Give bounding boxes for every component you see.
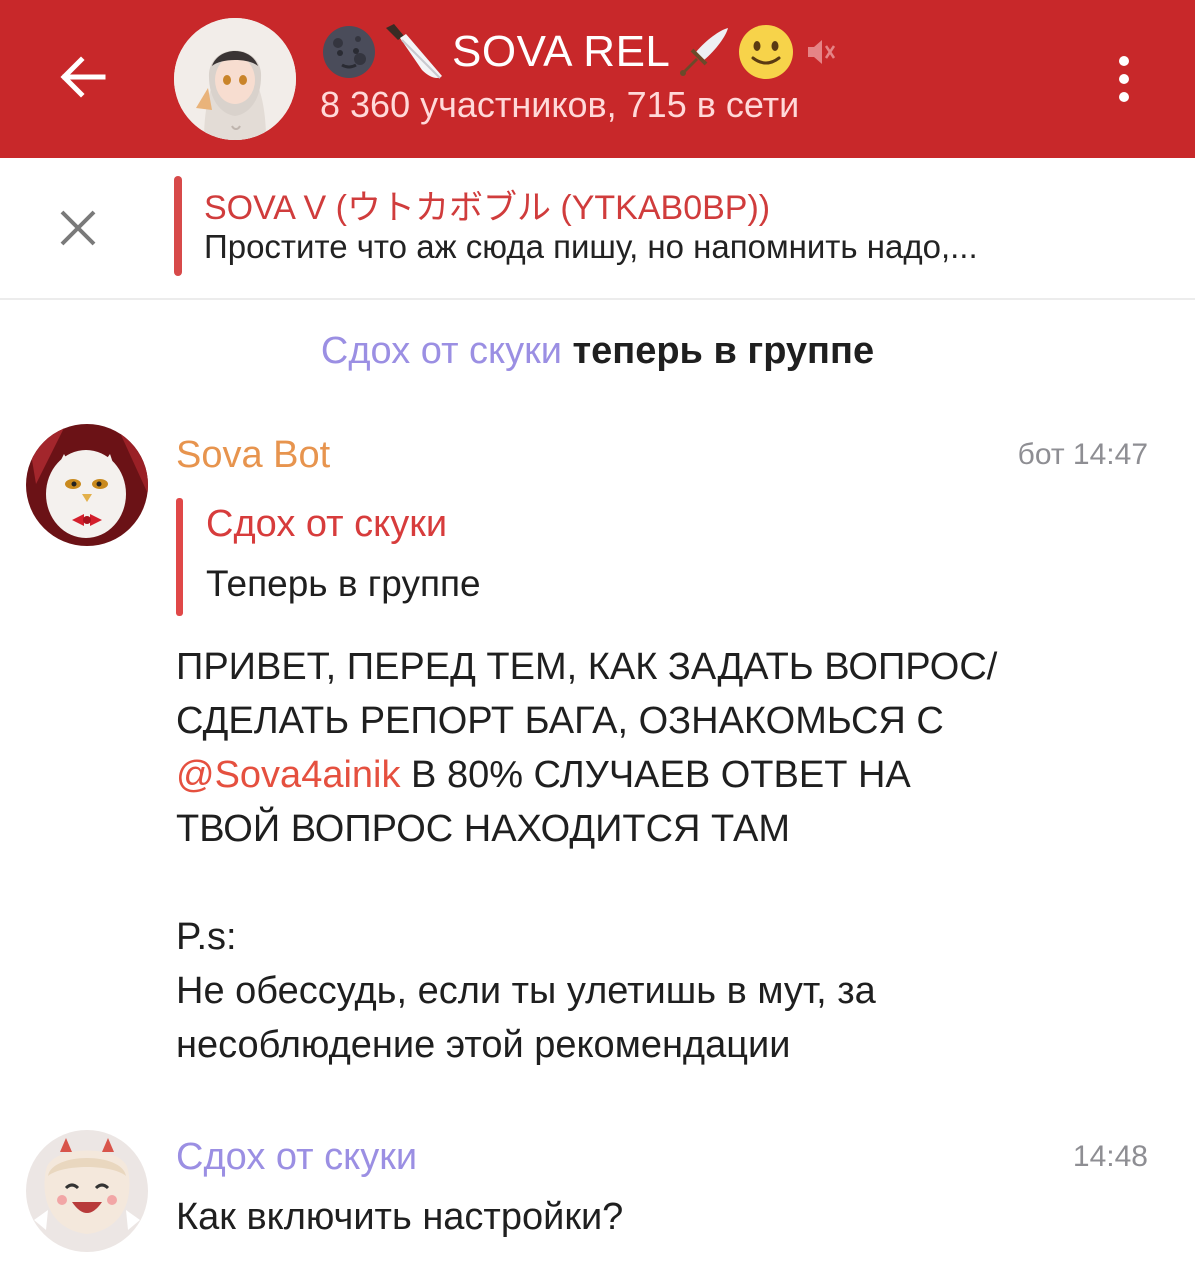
menu-dot <box>1119 92 1129 102</box>
dagger-emoji <box>676 24 732 80</box>
service-message-action: теперь в группе <box>573 330 875 372</box>
reply-text[interactable]: Теперь в группе <box>206 563 481 605</box>
message-text: Как включить настройки? <box>176 1196 624 1238</box>
reply-sender[interactable]: Сдох от скуки <box>206 503 447 546</box>
message-line: ТВОЙ ВОПРОС НАХОДИТСЯ ТАМ <box>176 808 790 850</box>
message-line-rest: В 80% СЛУЧАЕВ ОТВЕТ НА <box>400 754 911 796</box>
message-line: СДЕЛАТЬ РЕПОРТ БАГА, ОЗНАКОМЬСЯ С <box>176 700 944 742</box>
message-sender[interactable]: Sova Bot <box>176 434 330 477</box>
close-icon <box>60 210 96 246</box>
message-line: несоблюдение этой рекомендации <box>176 1024 791 1066</box>
knife-emoji <box>382 20 446 84</box>
chat-header: SOVA REL 8 360 участников, 715 в сети <box>0 0 1195 158</box>
menu-dot <box>1119 74 1129 84</box>
close-pinned-button[interactable] <box>52 200 108 256</box>
pinned-text: Простите что аж сюда пишу, но напомнить … <box>204 228 978 265</box>
chat-title-text: SOVA REL <box>452 27 671 76</box>
service-message: Сдох от скуки теперь в группе <box>0 330 1195 373</box>
pinned-accent-line <box>174 176 182 276</box>
message-line: Не обессудь, если ты улетишь в мут, за <box>176 970 876 1012</box>
slightly-smiling-face-emoji <box>736 22 796 82</box>
message-time: 14:48 <box>1072 1140 1148 1173</box>
service-message-user[interactable]: Сдох от скуки <box>321 330 562 372</box>
message-text: ПРИВЕТ, ПЕРЕД ТЕМ, КАК ЗАДАТЬ ВОПРОС/ СД… <box>176 640 1136 1072</box>
pinned-message-bar[interactable]: SOVA V (ウトカボブル (YTKAB0BP)) Простите что … <box>0 158 1195 300</box>
chat-subtitle: 8 360 участников, 715 в сети <box>320 84 800 125</box>
reply-accent-line <box>176 498 183 616</box>
message-sender[interactable]: Сдох от скуки <box>176 1136 417 1179</box>
message-time: бот 14:47 <box>1017 438 1148 471</box>
sova-bot-avatar[interactable] <box>26 424 148 546</box>
more-menu-button[interactable] <box>1104 44 1144 114</box>
pinned-title: SOVA V (ウトカボブル (YTKAB0BP)) <box>204 189 771 227</box>
group-avatar[interactable] <box>174 18 296 140</box>
muted-icon <box>800 32 840 72</box>
message-line: @Sova4ainik В 80% СЛУЧАЕВ ОТВЕТ НА <box>176 748 1136 802</box>
back-button[interactable] <box>48 42 118 112</box>
mention-link[interactable]: @Sova4ainik <box>176 754 400 796</box>
user-avatar[interactable] <box>26 1130 148 1252</box>
service-message-action-text: теперь в группе <box>572 330 875 372</box>
message-line: ПРИВЕТ, ПЕРЕД ТЕМ, КАК ЗАДАТЬ ВОПРОС/ <box>176 646 998 688</box>
new-moon-face-emoji <box>320 23 378 81</box>
chat-title[interactable]: SOVA REL <box>320 20 840 84</box>
back-arrow-icon <box>60 56 106 98</box>
message-line: P.s: <box>176 916 237 958</box>
more-vertical-icon <box>1119 56 1129 66</box>
